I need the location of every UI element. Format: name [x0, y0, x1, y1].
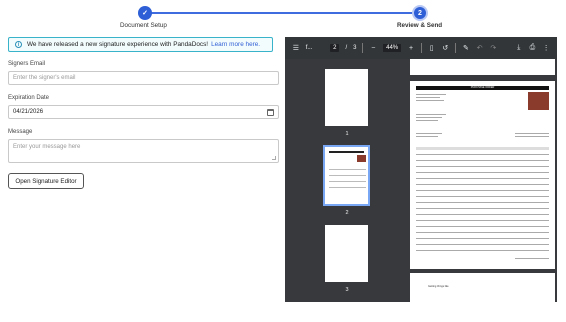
toolbar-divider [362, 43, 364, 53]
document-page-current: PURCHASE ORDER [410, 81, 555, 269]
send-form: i We have released a new signature exper… [8, 37, 280, 189]
annotate-icon[interactable]: ✎ [462, 44, 470, 52]
step-2-label[interactable]: Review & Send [397, 22, 442, 29]
document-footer-text: Getting things like [428, 285, 449, 288]
banner-text: We have released a new signature experie… [27, 41, 209, 48]
document-page-previous [410, 59, 555, 75]
zoom-input[interactable]: 44% [383, 44, 402, 52]
expiration-date-label: Expiration Date [8, 95, 50, 101]
pdf-toolbar: ☰ f... 2 / 3 − 44% + ▯ ↺ ✎ ↶ ↷ ⤓ ⎙ ⋮ [285, 37, 557, 59]
page-number-input[interactable]: 2 [330, 44, 340, 52]
page-total: 3 [353, 45, 357, 51]
fit-page-icon[interactable]: ▯ [428, 44, 436, 52]
thumbnail-sidebar: 1 2 3 [285, 59, 409, 302]
document-image [528, 92, 549, 110]
info-banner: i We have released a new signature exper… [8, 37, 273, 52]
stepper: ✓ Document Setup 2 Review & Send [0, 0, 566, 34]
redo-icon[interactable]: ↷ [489, 44, 497, 52]
calendar-icon[interactable] [267, 108, 274, 116]
signers-email-input[interactable]: Enter the signer's email [8, 71, 279, 85]
document-page-next: Getting things like [410, 273, 555, 302]
page-separator: / [345, 45, 348, 51]
print-icon[interactable]: ⎙ [529, 44, 537, 52]
info-icon: i [15, 41, 22, 48]
page-thumbnail[interactable] [325, 69, 368, 126]
step-1-label[interactable]: Document Setup [120, 22, 167, 29]
pdf-filename: f... [305, 45, 313, 51]
page-thumbnail[interactable] [325, 225, 368, 282]
learn-more-link[interactable]: Learn more here. [211, 41, 260, 48]
document-page-view[interactable]: PURCHASE ORDER Getting things like [410, 59, 555, 302]
rotate-icon[interactable]: ↺ [441, 44, 449, 52]
thumbnail-number: 2 [345, 210, 349, 216]
toolbar-divider [455, 43, 457, 53]
thumbnail-number: 1 [345, 131, 349, 137]
page-thumbnail-active[interactable] [323, 145, 370, 206]
thumbnail-number: 3 [345, 287, 349, 293]
expiration-date-value: 04/21/2026 [13, 109, 44, 115]
download-icon[interactable]: ⤓ [515, 44, 523, 52]
menu-icon[interactable]: ☰ [292, 44, 300, 52]
step-2-indicator[interactable]: 2 [412, 5, 428, 21]
zoom-out-icon[interactable]: − [369, 44, 377, 52]
toolbar-divider [420, 43, 422, 53]
pdf-viewer: ☰ f... 2 / 3 − 44% + ▯ ↺ ✎ ↶ ↷ ⤓ ⎙ ⋮ 1 2 [285, 37, 557, 302]
message-textarea[interactable]: Enter your message here [8, 139, 279, 163]
message-placeholder: Enter your message here [13, 144, 81, 150]
stepper-progress-line [145, 12, 419, 14]
signers-email-label: Signers Email [8, 61, 46, 67]
step-1-complete-icon[interactable]: ✓ [138, 6, 152, 20]
expiration-date-input[interactable]: 04/21/2026 [8, 105, 279, 119]
undo-icon[interactable]: ↶ [476, 44, 484, 52]
zoom-in-icon[interactable]: + [407, 44, 415, 52]
resize-handle-icon[interactable] [272, 156, 276, 160]
message-label: Message [8, 129, 33, 135]
open-signature-editor-button[interactable]: Open Signature Editor [8, 173, 84, 189]
more-options-icon[interactable]: ⋮ [542, 44, 550, 52]
document-header: PURCHASE ORDER [416, 86, 549, 90]
